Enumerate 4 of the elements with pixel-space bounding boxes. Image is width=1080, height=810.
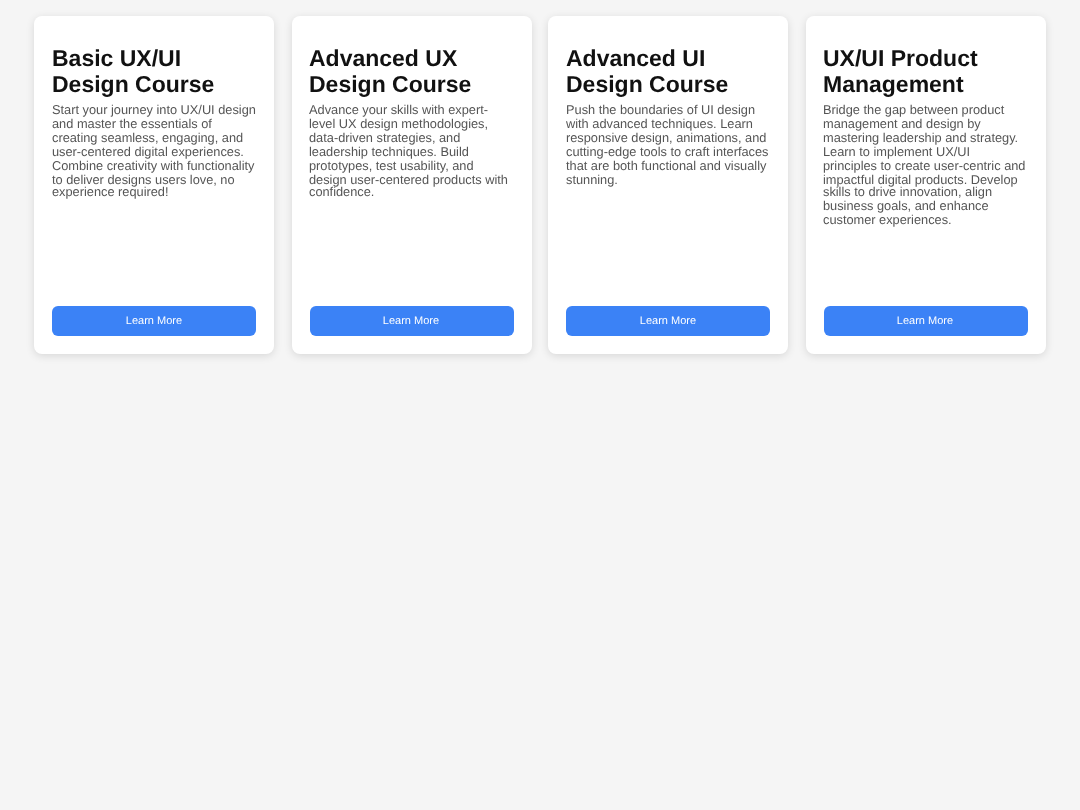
course-title: Advanced UI Design Course: [566, 48, 731, 98]
course-title: Basic UX/UI Design Course: [52, 48, 217, 98]
course-title: UX/UI Product Management: [823, 48, 980, 98]
course-title: Advanced UX Design Course: [309, 48, 474, 98]
